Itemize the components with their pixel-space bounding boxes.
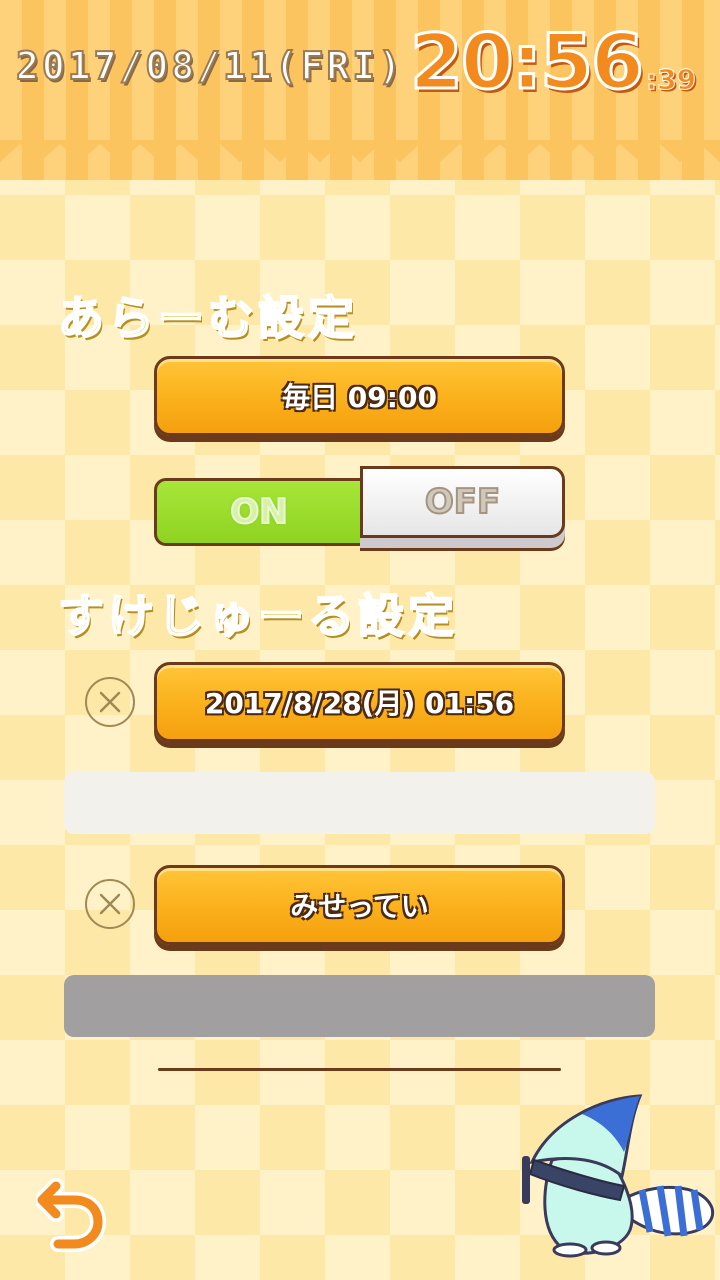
alarm-time-button[interactable]: 毎日 09:00 <box>154 356 565 436</box>
toggle-on-option[interactable]: ON <box>154 478 364 546</box>
clock-time: 20:56 <box>409 17 646 106</box>
mascot-image <box>522 1094 715 1258</box>
delete-schedule-1-button[interactable] <box>85 677 135 727</box>
schedule-detail-panel <box>64 772 655 834</box>
alarm-section-title: あらーむ設定 <box>57 290 358 346</box>
current-clock: 20:56 :39 <box>409 17 697 106</box>
toggle-off-option[interactable]: OFF <box>360 466 565 538</box>
close-icon <box>99 691 121 713</box>
list-item-edge <box>158 1068 561 1071</box>
current-date: 2017/08/11(FRI) <box>15 43 405 89</box>
schedule-section-title: すけじゅーる設定 <box>57 588 458 644</box>
alarm-toggle[interactable]: ON OFF <box>154 466 565 548</box>
schedule-disabled-panel <box>64 975 655 1037</box>
schedule-item-1-button[interactable]: 2017/8/28(月) 01:56 <box>154 662 565 742</box>
header-zigzag-edge <box>0 140 720 162</box>
delete-schedule-2-button[interactable] <box>85 879 135 929</box>
undo-arrow-icon <box>34 1178 107 1252</box>
back-button[interactable] <box>34 1172 107 1252</box>
close-icon <box>99 893 121 915</box>
clock-seconds: :39 <box>645 63 697 97</box>
schedule-item-2-button[interactable]: みせってい <box>154 865 565 945</box>
